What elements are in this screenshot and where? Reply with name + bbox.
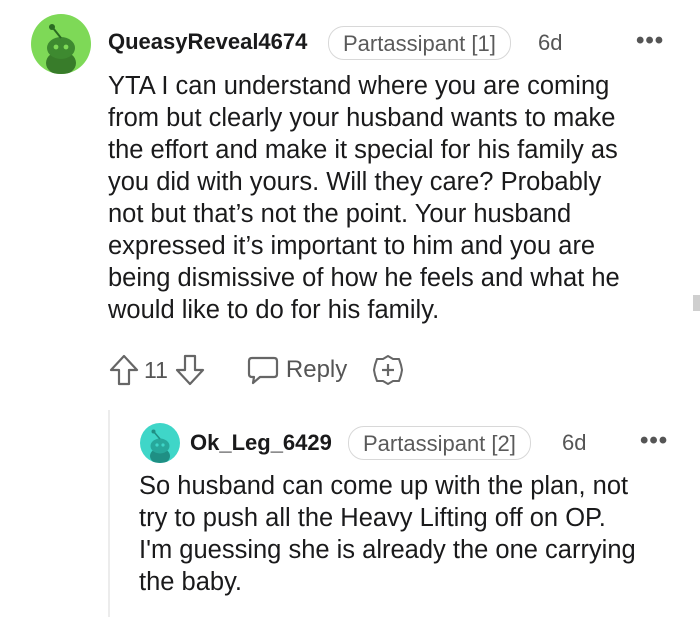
award-icon[interactable] — [371, 353, 405, 387]
comment-line: the effort and make it special for his f… — [108, 136, 618, 164]
comment-line: not but that’s not the point. Your husba… — [108, 200, 572, 228]
comment-actions: 11 Reply — [108, 350, 405, 390]
reply-age: 6d — [562, 430, 587, 455]
comment-line: expressed it’s important to him and you … — [108, 232, 596, 260]
reply-body: So husband can come up with the plan, no… — [139, 470, 684, 598]
reply-line: the baby. — [139, 568, 243, 596]
reply-username[interactable]: Ok_Leg_6429 — [190, 430, 332, 456]
thread-line[interactable] — [108, 410, 110, 617]
reply-label: Reply — [285, 356, 348, 383]
comment-body: YTA I can understand where you are comin… — [108, 70, 678, 326]
reply-line: I'm guessing she is already the one carr… — [139, 536, 636, 564]
comment-line: being dismissive of how he feels and wha… — [108, 264, 620, 292]
comment-username[interactable]: QueasyReveal4674 — [108, 29, 307, 55]
reply-user-flair: Partassipant [2] — [348, 426, 531, 460]
vote-count: 11 — [144, 356, 168, 383]
reply-line: try to push all the Heavy Lifting off on… — [139, 504, 606, 532]
comment-line: YTA I can understand where you are comin… — [108, 72, 610, 100]
snoo-avatar-icon — [46, 24, 76, 74]
reply-avatar[interactable] — [140, 423, 180, 463]
more-options-icon[interactable]: ••• — [636, 29, 664, 53]
reply-button[interactable]: Reply — [246, 354, 347, 386]
reply-line: So husband can come up with the plan, no… — [139, 472, 629, 500]
comment-line: from but clearly your husband wants to m… — [108, 104, 616, 132]
scrollbar-thumb[interactable] — [693, 295, 700, 311]
downvote-icon[interactable] — [174, 353, 206, 387]
avatar[interactable] — [31, 14, 91, 74]
reply-more-options-icon[interactable]: ••• — [640, 429, 668, 453]
upvote-icon[interactable] — [108, 353, 140, 387]
user-flair: Partassipant [1] — [328, 26, 511, 60]
reply-icon — [246, 354, 280, 386]
snoo-avatar-icon — [150, 429, 170, 463]
comment-age: 6d — [538, 30, 563, 55]
comment-line: you did with yours. Will they care? Prob… — [108, 168, 602, 196]
comment-line: would like to do for his family. — [108, 296, 440, 324]
